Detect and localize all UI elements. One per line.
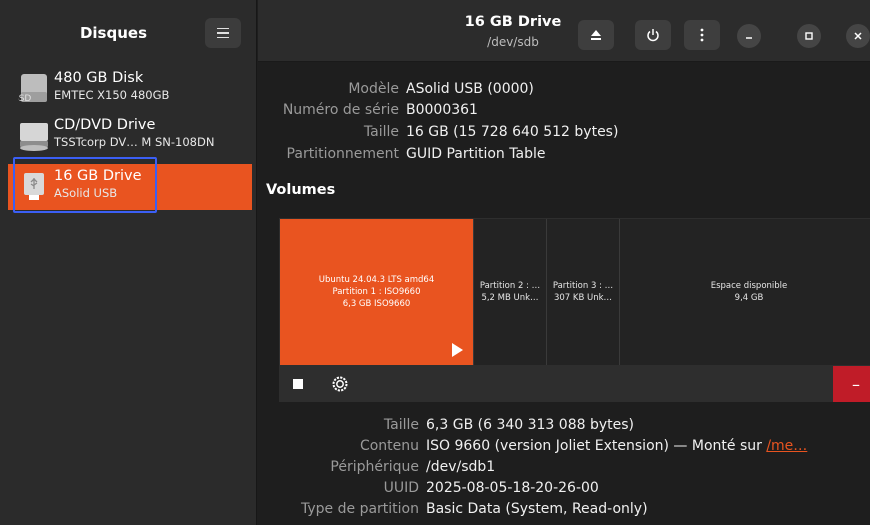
drive-menu-button[interactable] xyxy=(684,20,720,50)
kebab-menu-icon xyxy=(700,28,704,42)
disk-name: CD/DVD Drive xyxy=(54,117,156,133)
drive-serial-row: Numéro de série B0000361 xyxy=(282,102,478,118)
volumes-heading: Volumes xyxy=(266,182,336,198)
volume-map: Ubuntu 24.04.3 LTS amd64 Partition 1 : I… xyxy=(279,218,870,366)
hamburger-menu-button[interactable] xyxy=(205,18,241,48)
gear-icon xyxy=(332,376,348,392)
drive-partitioning-row: Partitionnement GUID Partition Table xyxy=(286,146,546,162)
disk-item-16gb-drive[interactable]: 16 GB Drive ASolid USB xyxy=(8,164,252,210)
close-button[interactable] xyxy=(846,24,870,48)
partition-options-button[interactable] xyxy=(325,369,355,399)
partition-size-value: 6,3 GB (6 340 313 088 bytes) xyxy=(426,417,634,433)
header-bar: 16 GB Drive /dev/sdb xyxy=(258,0,870,62)
partition-uuid-row: UUID 2025-08-05-18-20-26-00 xyxy=(383,480,599,496)
stop-icon xyxy=(293,379,303,389)
partition-type-value: Basic Data (System, Read-only) xyxy=(426,501,648,517)
disk-name: 480 GB Disk xyxy=(54,70,144,86)
eject-icon xyxy=(591,30,601,40)
drive-size-value: 16 GB (15 728 640 512 bytes) xyxy=(406,124,619,140)
power-icon xyxy=(647,29,659,42)
delete-partition-button[interactable]: – xyxy=(833,366,870,402)
usb-drive-icon xyxy=(18,170,50,202)
sidebar: Disques SSD 480 GB Disk EMTEC X150 480GB xyxy=(0,0,257,525)
partition-device-value: /dev/sdb1 xyxy=(426,459,496,475)
page-subtitle: /dev/sdb xyxy=(487,35,539,49)
mount-point-link[interactable]: /me… xyxy=(766,438,807,454)
drive-details-pane: Modèle ASolid USB (0000) Numéro de série B… xyxy=(258,63,870,525)
disk-model: ASolid USB xyxy=(54,186,118,200)
drive-model-row: Modèle ASolid USB (0000) xyxy=(348,81,534,97)
minimize-icon xyxy=(746,37,752,39)
drive-model-value: ASolid USB (0000) xyxy=(406,81,534,97)
volume-segment-partition-3[interactable]: Partition 3 : … 307 KB Unk… xyxy=(547,219,620,365)
power-button[interactable] xyxy=(635,20,671,50)
maximize-icon xyxy=(805,32,813,40)
disk-item-cd-dvd[interactable]: CD/DVD Drive TSSTcorp DV… M SN-108DN xyxy=(8,113,252,159)
ssd-icon: SSD xyxy=(13,72,50,104)
maximize-button[interactable] xyxy=(797,24,821,48)
drive-serial-value: B0000361 xyxy=(406,102,478,118)
drive-size-row: Taille 16 GB (15 728 640 512 bytes) xyxy=(363,124,619,140)
minimize-button[interactable] xyxy=(737,24,761,48)
page-title: 16 GB Drive xyxy=(464,14,562,30)
drive-partitioning-value: GUID Partition Table xyxy=(406,146,546,162)
partition-type-row: Type de partition Basic Data (System, Rea… xyxy=(301,501,648,517)
partition-uuid-value: 2025-08-05-18-20-26-00 xyxy=(426,480,599,496)
partition-device-row: Périphérique/dev/sdb1 xyxy=(330,459,496,475)
eject-button[interactable] xyxy=(578,20,614,50)
close-icon xyxy=(854,32,862,40)
disk-model: EMTEC X150 480GB xyxy=(54,88,170,102)
disk-model: TSSTcorp DV… M SN-108DN xyxy=(54,135,215,149)
volume-segment-partition-1[interactable]: Ubuntu 24.04.3 LTS amd64 Partition 1 : I… xyxy=(280,219,474,365)
svg-text:SSD: SSD xyxy=(18,94,31,104)
disk-item-480gb[interactable]: SSD 480 GB Disk EMTEC X150 480GB xyxy=(8,66,252,112)
optical-drive-icon xyxy=(18,119,50,151)
partition-content-row: Contenu ISO 9660 (version Joliet Extensio… xyxy=(359,438,808,454)
partition-size-row: Taille 6,3 GB (6 340 313 088 bytes) xyxy=(383,417,634,433)
unmount-button[interactable] xyxy=(283,369,313,399)
partition-content-value: ISO 9660 (version Joliet Extension) — Mo… xyxy=(426,438,808,454)
sidebar-header: Disques xyxy=(0,0,256,62)
play-icon xyxy=(452,343,463,357)
disk-name: 16 GB Drive xyxy=(54,168,142,184)
volume-toolbar: – xyxy=(279,366,870,402)
volume-segment-free-space[interactable]: Espace disponible 9,4 GB xyxy=(620,219,870,365)
volume-segment-partition-2[interactable]: Partition 2 : … 5,2 MB Unk… xyxy=(474,219,547,365)
